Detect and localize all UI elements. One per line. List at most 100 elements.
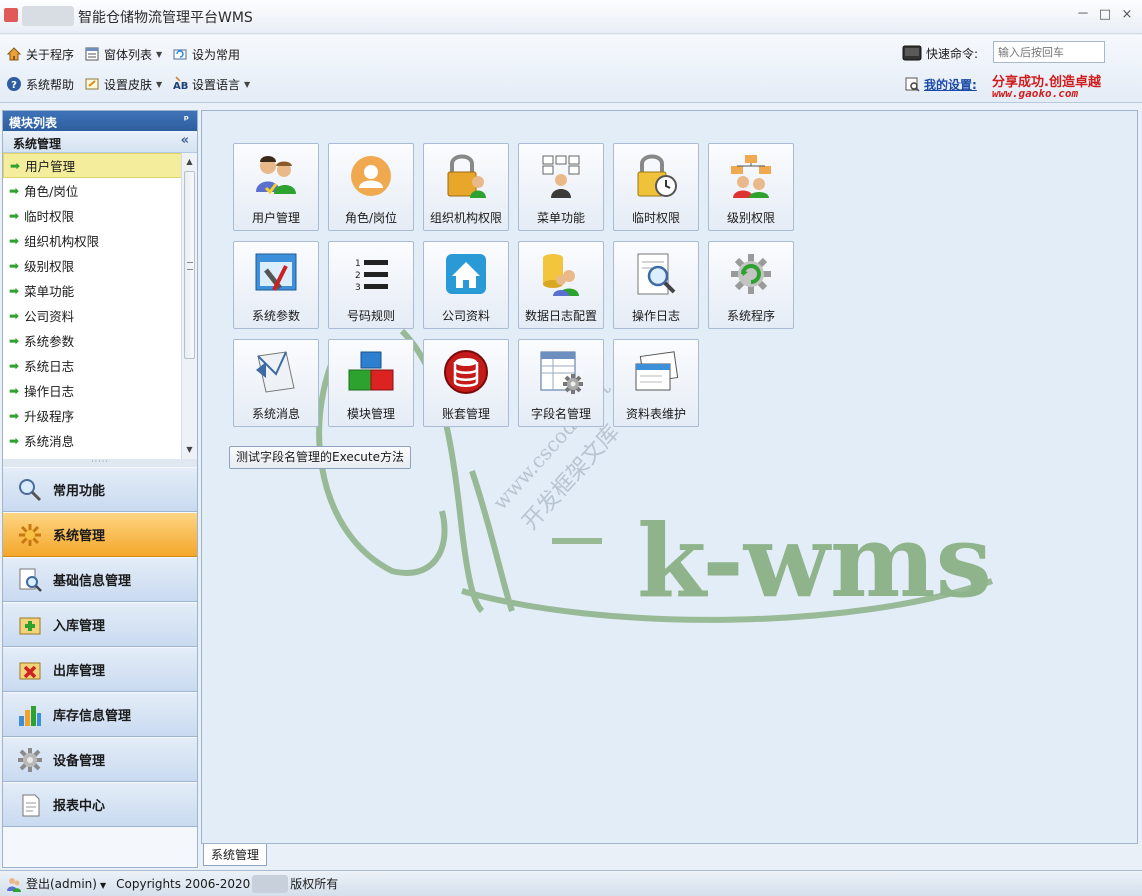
nav-outbound[interactable]: 出库管理 xyxy=(3,647,197,692)
nav-inventory[interactable]: 库存信息管理 xyxy=(3,692,197,737)
nav-report-center[interactable]: 报表中心 xyxy=(3,782,197,827)
window-list-label: 窗体列表 xyxy=(104,47,153,62)
nav-basic-info[interactable]: 基础信息管理 xyxy=(3,557,197,602)
module-list-title: 模块列表 xyxy=(9,116,58,130)
section-title: 系统管理 xyxy=(13,137,62,151)
svg-text:3: 3 xyxy=(355,283,361,293)
tile-data-log-config[interactable]: 数据日志配置 xyxy=(518,241,604,329)
scroll-down-icon[interactable]: ▼ xyxy=(182,443,197,457)
numbered-list-icon: 1 2 3 xyxy=(345,248,397,300)
maximize-button[interactable]: □ xyxy=(1096,6,1114,24)
arrow-right-icon: ➡ xyxy=(9,258,20,273)
tree-item[interactable]: ➡ 系统参数 xyxy=(3,328,197,353)
inbound-icon xyxy=(17,612,43,638)
logout-dropdown[interactable]: 登出(admin) ▼ xyxy=(26,875,106,892)
collapse-icon[interactable]: « xyxy=(181,133,189,148)
panel-splitter[interactable]: ····· xyxy=(3,458,197,467)
redacted-company xyxy=(252,874,289,893)
tree-item[interactable]: ➡ 操作日志 xyxy=(3,378,197,403)
my-settings-link[interactable]: 我的设置: xyxy=(904,74,977,94)
tile-menu-functions[interactable]: 菜单功能 xyxy=(518,143,604,231)
arrow-right-icon: ➡ xyxy=(9,408,20,423)
tree-item[interactable]: ➡ 角色/岗位 xyxy=(3,178,197,203)
window-edit-icon xyxy=(630,346,682,398)
tree-item-label: 菜单功能 xyxy=(24,284,75,299)
copyright-tail: 版权所有 xyxy=(290,877,339,891)
tree-item[interactable]: ➡ 升级程序 xyxy=(3,403,197,428)
redacted-app-name xyxy=(22,6,74,26)
nav-common-functions[interactable]: 常用功能 xyxy=(3,467,197,512)
tile-label: 公司资料 xyxy=(441,309,490,323)
test-execute-button[interactable]: 测试字段名管理的Execute方法 xyxy=(229,446,411,469)
window-list-dropdown[interactable]: 窗体列表 ▼ xyxy=(84,44,162,64)
slogan-url[interactable]: www.gaoko.com xyxy=(992,87,1078,100)
tile-module-management[interactable]: 模块管理 xyxy=(328,339,414,427)
bar-chart-icon xyxy=(17,702,43,728)
minimize-button[interactable]: － xyxy=(1074,6,1092,24)
language-label: 设置语言 xyxy=(192,77,241,92)
nav-system-management[interactable]: 系统管理 xyxy=(3,512,197,557)
home-icon xyxy=(6,46,22,62)
set-common-button[interactable]: 设为常用 xyxy=(172,44,240,64)
tree-item[interactable]: ➡ 临时权限 xyxy=(3,203,197,228)
tile-system-messages[interactable]: 系统消息 xyxy=(233,339,319,427)
tile-system-program[interactable]: 系统程序 xyxy=(708,241,794,329)
arrow-right-icon: ➡ xyxy=(9,308,20,323)
tree-item[interactable]: ➡ 用户管理 xyxy=(3,153,197,178)
tile-company-info[interactable]: 公司资料 xyxy=(423,241,509,329)
tree-item-label: 临时权限 xyxy=(24,209,75,224)
tile-field-name-management[interactable]: 字段名管理 xyxy=(518,339,604,427)
help-label: 系统帮助 xyxy=(26,77,75,92)
tree-item[interactable]: ➡ 系统消息 xyxy=(3,428,197,453)
scroll-up-icon[interactable]: ▲ xyxy=(182,155,197,169)
tile-temp-permissions[interactable]: 临时权限 xyxy=(613,143,699,231)
logout-label: 登出(admin) xyxy=(26,877,97,891)
svg-text:?: ? xyxy=(11,80,17,91)
tree-item-label: 级别权限 xyxy=(24,259,75,274)
tile-user-management[interactable]: 用户管理 xyxy=(233,143,319,231)
quick-command: 快速命令: xyxy=(902,43,978,63)
close-button[interactable]: × xyxy=(1118,6,1136,24)
tree-item[interactable]: ➡ 组织机构权限 xyxy=(3,228,197,253)
language-dropdown[interactable]: AB 设置语言 ▼ xyxy=(172,74,250,94)
tab-system-management[interactable]: 系统管理 xyxy=(203,844,267,866)
tile-account-set[interactable]: 账套管理 xyxy=(423,339,509,427)
tree-item-label: 系统日志 xyxy=(24,359,75,374)
tile-org-permissions[interactable]: 组织机构权限 xyxy=(423,143,509,231)
tile-data-table-maintenance[interactable]: 资料表维护 xyxy=(613,339,699,427)
module-list-header: 模块列表 ᵖ xyxy=(3,111,197,131)
home-icon xyxy=(440,248,492,300)
tile-number-rules[interactable]: 1 2 3 号码规则 xyxy=(328,241,414,329)
tree-item[interactable]: ➡ 级别权限 xyxy=(3,253,197,278)
about-button[interactable]: 关于程序 xyxy=(6,44,74,64)
help-button[interactable]: ? 系统帮助 xyxy=(6,74,74,94)
tree-scrollbar[interactable]: ▲ ▼ xyxy=(181,153,197,459)
nav-inbound[interactable]: 入库管理 xyxy=(3,602,197,647)
nav-label: 入库管理 xyxy=(53,619,106,634)
tree-item[interactable]: ➡ 公司资料 xyxy=(3,303,197,328)
quick-command-input[interactable] xyxy=(993,41,1105,63)
blocks-icon xyxy=(345,346,397,398)
help-icon: ? xyxy=(6,76,22,92)
tile-role-position[interactable]: 角色/岗位 xyxy=(328,143,414,231)
magnifier-icon xyxy=(17,477,43,503)
tile-level-permissions[interactable]: 级别权限 xyxy=(708,143,794,231)
tree-item-label: 系统消息 xyxy=(24,434,75,449)
scroll-thumb[interactable] xyxy=(184,171,195,359)
skin-dropdown[interactable]: 设置皮肤 ▼ xyxy=(84,74,162,94)
tree-item[interactable]: ➡ 菜单功能 xyxy=(3,278,197,303)
language-icon: AB xyxy=(172,76,188,92)
database-red-icon xyxy=(440,346,492,398)
copyright-text: Copyrights 2006-2020 xyxy=(116,876,251,891)
watermark-text: k-wms xyxy=(637,502,992,620)
pin-icon[interactable]: ᵖ xyxy=(184,113,189,126)
module-list-panel: 模块列表 ᵖ 系统管理 « ➡ 用户管理 ➡ 角色/岗位 ➡ 临时权限 ➡ 组织机构权限… xyxy=(2,110,198,868)
tile-system-params[interactable]: 系统参数 xyxy=(233,241,319,329)
tile-label: 资料表维护 xyxy=(625,407,686,421)
arrow-right-icon: ➡ xyxy=(9,383,20,398)
nav-equipment[interactable]: 设备管理 xyxy=(3,737,197,782)
tile-operation-log[interactable]: 操作日志 xyxy=(613,241,699,329)
tile-label: 号码规则 xyxy=(346,309,395,323)
tree-item[interactable]: ➡ 系统日志 xyxy=(3,353,197,378)
chevron-down-icon: ▼ xyxy=(156,79,163,89)
